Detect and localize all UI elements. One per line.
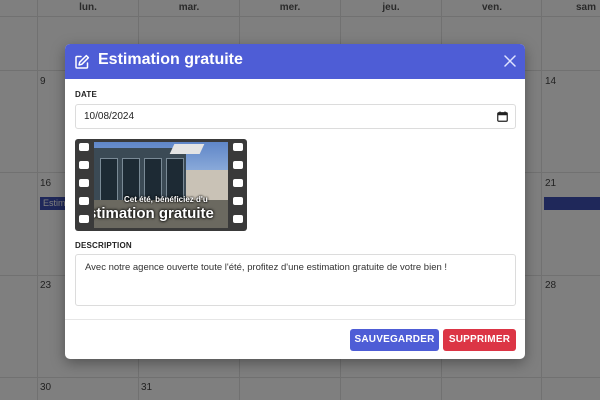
modal-title: Estimation gratuite	[98, 51, 243, 68]
delete-button[interactable]: SUPPRIMER	[443, 329, 516, 351]
film-sprocket	[79, 143, 89, 151]
image-window	[100, 158, 118, 202]
image-caption-small: Cet été, bénéficiez d'u	[124, 195, 208, 204]
film-sprocket	[233, 143, 243, 151]
modal-footer-divider	[65, 319, 525, 320]
description-value: Avec notre agence ouverte toute l'été, p…	[85, 262, 448, 273]
date-label: DATE	[75, 90, 97, 99]
film-sprocket	[79, 179, 89, 187]
calendar-picker-icon[interactable]	[497, 111, 508, 122]
description-textarea[interactable]: Avec notre agence ouverte toute l'été, p…	[75, 254, 516, 306]
save-button[interactable]: SAUVEGARDER	[350, 329, 439, 351]
image-frame: Cet été, bénéficiez d'u stimation gratui…	[94, 142, 228, 228]
image-caption-big: stimation gratuite	[94, 205, 214, 222]
description-label: DESCRIPTION	[75, 241, 132, 250]
modal-header: Estimation gratuite	[65, 44, 525, 79]
edit-icon	[75, 54, 90, 69]
event-image-thumbnail[interactable]: Cet été, bénéficiez d'u stimation gratui…	[75, 139, 247, 231]
close-icon[interactable]	[503, 54, 517, 68]
image-roof	[169, 144, 205, 154]
film-sprocket	[79, 215, 89, 223]
date-field[interactable]: 10/08/2024	[75, 104, 516, 129]
event-modal: Estimation gratuite DATE 10/08/2024 Cet …	[65, 44, 525, 359]
film-sprocket	[233, 179, 243, 187]
film-sprocket	[233, 215, 243, 223]
date-value: 10/08/2024	[84, 111, 135, 122]
film-sprocket	[79, 161, 89, 169]
film-sprocket	[233, 161, 243, 169]
film-sprocket	[79, 197, 89, 205]
film-sprocket	[233, 197, 243, 205]
